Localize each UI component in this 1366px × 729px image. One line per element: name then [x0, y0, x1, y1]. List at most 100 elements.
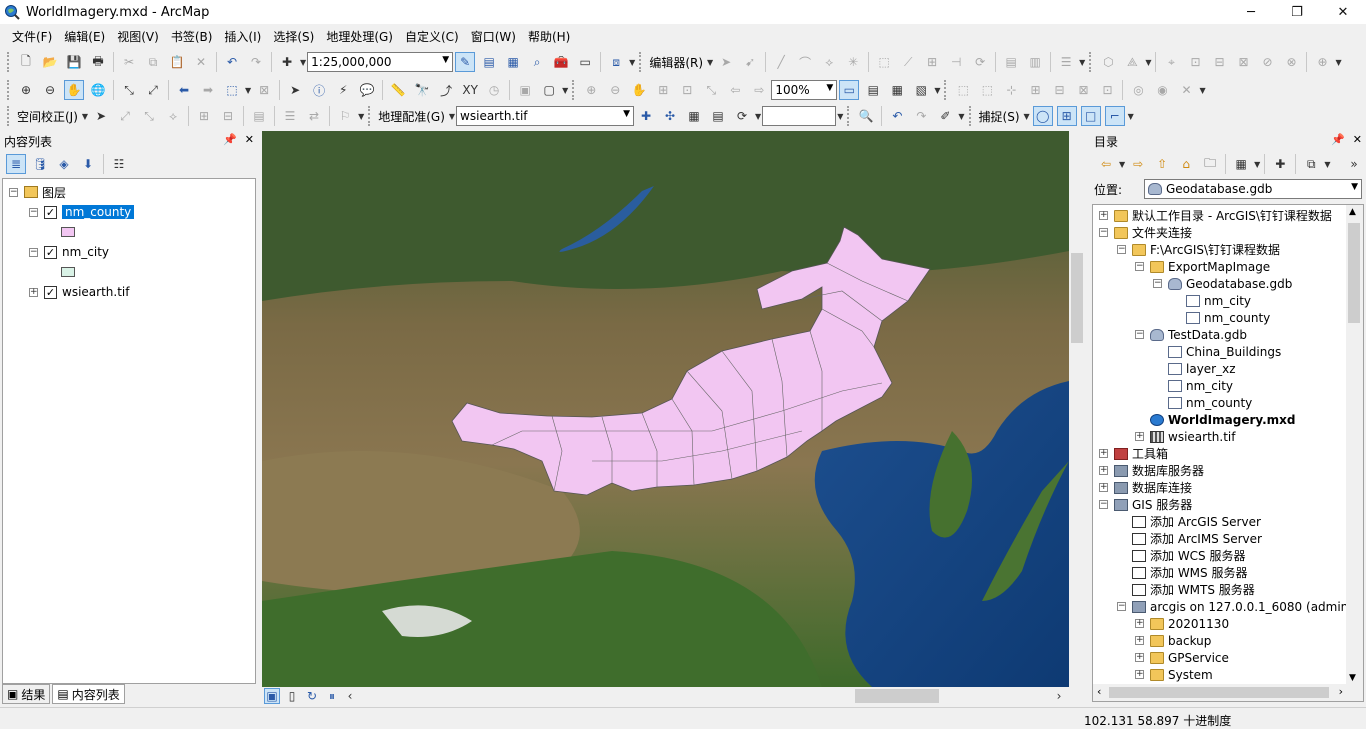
- georef-layer-combo[interactable]: wsiearth.tif ▼: [456, 106, 635, 126]
- pause-drawing-icon[interactable]: ⏸: [324, 688, 340, 704]
- open-icon[interactable]: 📂: [40, 52, 60, 72]
- align-edge-icon[interactable]: ⊟: [1209, 52, 1229, 72]
- back-icon[interactable]: ⇦: [1096, 154, 1116, 174]
- fixed-zoom-in-icon[interactable]: ⤡: [119, 80, 139, 100]
- georef-tool-2-icon[interactable]: ⬚: [977, 80, 997, 100]
- expand-icon[interactable]: +: [1135, 432, 1144, 441]
- attribute-transfer-icon[interactable]: ⇄: [304, 106, 324, 126]
- catalog-item[interactable]: layer_xz: [1153, 360, 1236, 377]
- catalog-item[interactable]: 添加 WCS 服务器: [1117, 547, 1246, 564]
- chevron-down-icon[interactable]: ▼: [837, 112, 843, 121]
- layer-nm-city[interactable]: − ✓ nm_city: [29, 243, 109, 261]
- chevron-down-icon[interactable]: ▼: [562, 86, 568, 95]
- layout-back-icon[interactable]: ⇦: [725, 80, 745, 100]
- toolbar-grip[interactable]: [1089, 52, 1093, 72]
- georef-tool-8-icon[interactable]: ◎: [1128, 80, 1148, 100]
- menu-bookmarks[interactable]: 书签(B): [165, 26, 219, 47]
- save-icon[interactable]: 💾: [64, 52, 84, 72]
- expand-icon[interactable]: +: [1135, 653, 1144, 662]
- editor-menu[interactable]: 编辑器(R): [646, 54, 706, 71]
- view-link-table-icon[interactable]: ▤: [249, 106, 269, 126]
- layer-visibility-checkbox[interactable]: ✓: [44, 245, 57, 259]
- layout-view-icon[interactable]: ▯: [284, 688, 300, 704]
- georef-tool-6-icon[interactable]: ⊠: [1073, 80, 1093, 100]
- find-route-icon[interactable]: ⤴: [436, 80, 456, 100]
- catalog-item[interactable]: nm_city: [1171, 292, 1251, 309]
- list-by-drawing-order-icon[interactable]: ≣: [6, 154, 26, 174]
- scroll-right-icon[interactable]: ›: [1339, 685, 1343, 698]
- close-icon[interactable]: ✕: [245, 133, 254, 146]
- copy-icon[interactable]: ⧉: [143, 52, 163, 72]
- collapse-icon[interactable]: −: [29, 247, 38, 257]
- error-inspector-icon[interactable]: ⊗: [1281, 52, 1301, 72]
- expand-icon[interactable]: +: [1135, 670, 1144, 679]
- view-options-icon[interactable]: ▦: [1231, 154, 1251, 174]
- add-data-icon[interactable]: ✚: [277, 52, 297, 72]
- spatial-adjustment-menu[interactable]: 空间校正(J): [14, 108, 81, 125]
- catalog-item[interactable]: + 数据库服务器: [1099, 462, 1204, 479]
- search-window-icon[interactable]: ⌕: [527, 52, 547, 72]
- limited-adjustment-icon[interactable]: ⚐: [335, 106, 355, 126]
- cut-polygons-icon[interactable]: ⊞: [922, 52, 942, 72]
- endpoint-arc-icon[interactable]: ⌒: [795, 52, 815, 72]
- scroll-right-icon[interactable]: ›: [1053, 688, 1065, 704]
- edit-annotation-icon[interactable]: ➹: [740, 52, 760, 72]
- attributes-icon[interactable]: ▤: [1001, 52, 1021, 72]
- minimize-button[interactable]: ─: [1228, 0, 1274, 24]
- delete-icon[interactable]: ✕: [191, 52, 211, 72]
- horizontal-scrollbar-thumb[interactable]: [855, 689, 939, 703]
- close-icon[interactable]: ✕: [1353, 133, 1362, 146]
- scroll-down-icon[interactable]: ▼: [1349, 673, 1356, 683]
- print-icon[interactable]: 🖶: [88, 52, 108, 72]
- zoom-100-icon[interactable]: ⊡: [677, 80, 697, 100]
- modify-link-icon[interactable]: ⤡: [139, 106, 159, 126]
- focus-data-frame-icon[interactable]: ▤: [863, 80, 883, 100]
- layer-symbol-swatch[interactable]: [61, 267, 75, 277]
- edge-snapping-icon[interactable]: ⌐: [1104, 106, 1125, 126]
- multi-link-icon[interactable]: ⟡: [163, 106, 183, 126]
- data-view-icon[interactable]: ▣: [264, 688, 280, 704]
- swipe-icon[interactable]: ▣: [515, 80, 535, 100]
- catalog-item[interactable]: − TestData.gdb: [1135, 326, 1247, 343]
- menu-insert[interactable]: 插入(I): [218, 26, 267, 47]
- connect-folder-icon[interactable]: 🗀: [1200, 154, 1220, 174]
- map-scale-combo[interactable]: 1:25,000,000 ▼: [307, 52, 454, 72]
- chevron-down-icon[interactable]: ▼: [82, 112, 88, 121]
- chevron-down-icon[interactable]: ▼: [826, 83, 833, 93]
- rotate-georef-icon[interactable]: ⟳: [732, 106, 752, 126]
- scrollbar-thumb[interactable]: [1348, 223, 1360, 323]
- chevron-down-icon[interactable]: ▼: [1199, 86, 1205, 95]
- chevron-down-icon[interactable]: ▼: [1324, 160, 1330, 169]
- end-snapping-icon[interactable]: ⊞: [1056, 106, 1077, 126]
- pan-hand-icon[interactable]: ✋: [64, 80, 84, 100]
- add-control-points-icon[interactable]: ✚: [636, 106, 656, 126]
- rotate-icon[interactable]: ⟳: [970, 52, 990, 72]
- identify-icon[interactable]: ⓘ: [309, 80, 329, 100]
- toc-options-icon[interactable]: ☷: [109, 154, 129, 174]
- toolbar-grip[interactable]: [639, 52, 643, 72]
- python-window-icon[interactable]: ▭: [575, 52, 595, 72]
- catalog-item[interactable]: + 默认工作目录 - ArcGIS\钉钉课程数据: [1099, 207, 1332, 224]
- map-canvas[interactable]: [262, 131, 1069, 687]
- cut-icon[interactable]: ✂: [119, 52, 139, 72]
- zoom-whole-page-icon[interactable]: ⊞: [653, 80, 673, 100]
- maximize-button[interactable]: ❐: [1274, 0, 1320, 24]
- tab-results[interactable]: ▣ 结果: [2, 684, 51, 704]
- snapping-menu[interactable]: 捕捉(S): [976, 108, 1023, 125]
- layer-symbol-swatch[interactable]: [61, 227, 75, 237]
- layer-visibility-checkbox[interactable]: ✓: [44, 205, 57, 219]
- georeferencing-menu[interactable]: 地理配准(G): [375, 108, 448, 125]
- georef-table-icon[interactable]: ▤: [708, 106, 728, 126]
- home-icon[interactable]: ⌂: [1176, 154, 1196, 174]
- toolbar-grip[interactable]: [847, 106, 851, 126]
- list-by-selection-icon[interactable]: ⬇: [78, 154, 98, 174]
- list-by-source-icon[interactable]: 🛢: [30, 154, 50, 174]
- catalog-window-icon[interactable]: ▦: [503, 52, 523, 72]
- georef-angle-input[interactable]: [762, 106, 837, 126]
- point-snapping-icon[interactable]: ◯: [1032, 106, 1053, 126]
- arctoolbox-icon[interactable]: 🧰: [551, 52, 571, 72]
- collapse-icon[interactable]: −: [1117, 602, 1126, 611]
- catalog-item[interactable]: 添加 WMS 服务器: [1117, 564, 1247, 581]
- catalog-vertical-scrollbar[interactable]: ▲ ▼: [1346, 205, 1363, 685]
- select-features-icon[interactable]: ⬚: [222, 80, 242, 100]
